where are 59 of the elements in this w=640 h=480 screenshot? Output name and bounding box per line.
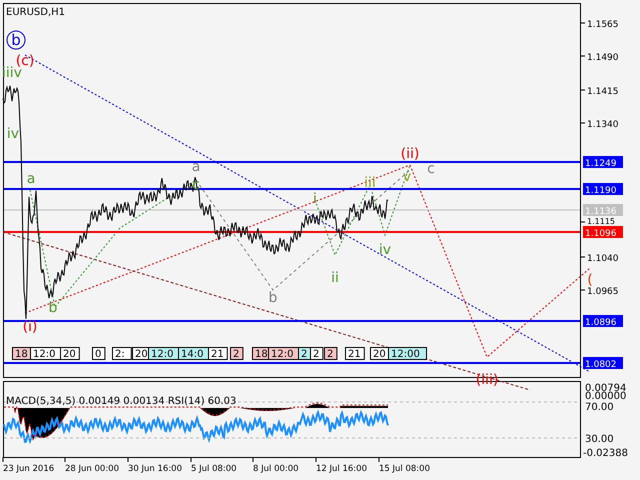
time-label: 5 Jul 08:00: [191, 464, 237, 474]
indicator-scale-label: 70.00: [585, 402, 614, 413]
price-label: 1.1115: [587, 217, 615, 226]
time-label: 23 Jun 2016: [3, 464, 54, 474]
wave-label: iv: [6, 126, 20, 142]
time-label: 30 Jun 16:00: [128, 464, 182, 474]
event-tag: 12:0: [268, 347, 301, 360]
event-tag: 2: [298, 347, 312, 360]
indicator-scale-label: -0.02388: [583, 448, 628, 459]
event-tag: 20: [370, 347, 390, 360]
event-tag: 18: [12, 347, 32, 360]
wave-label: c: [192, 177, 200, 193]
indicator-scale-label: 30.00: [585, 434, 614, 445]
time-label: 15 Jul 08:00: [379, 464, 430, 474]
wave-label: (: [587, 272, 593, 288]
wave-label: iv: [378, 242, 392, 258]
price-label: 1.1490: [587, 53, 618, 63]
event-tag: 14:0: [178, 347, 211, 360]
price-label: 1.1040: [587, 254, 618, 264]
wave-label: v: [402, 169, 412, 185]
price-tag: 1.1136: [583, 204, 623, 217]
event-tag: 20: [60, 347, 80, 360]
wave-label: iii: [364, 175, 376, 191]
time-label: 12 Jul 16:00: [316, 464, 367, 474]
indicator-scale-label: 0.00000: [585, 391, 626, 402]
event-tag: 21: [208, 347, 228, 360]
wave-label: b: [268, 290, 278, 306]
chart-title: EURUSD,H1: [6, 7, 66, 18]
wave-label: b: [48, 300, 58, 316]
price-tag: 1.1249: [583, 156, 623, 169]
wave-label: a: [26, 171, 36, 187]
price-tag: 1.1096: [583, 226, 623, 239]
wave-label: (c): [16, 53, 34, 69]
price-tag: 1.0896: [583, 315, 623, 328]
event-tag: 0: [92, 347, 106, 360]
price-label: 1.1415: [587, 87, 618, 97]
price-label: 1.1340: [587, 120, 618, 130]
event-tag: 2: [324, 347, 338, 360]
event-tag: 2: [310, 347, 324, 360]
event-tag: 2: [230, 347, 244, 360]
wave-label: (ii): [400, 146, 420, 162]
wave-label: c: [427, 161, 435, 177]
wave-label: a: [192, 159, 200, 175]
indicator-label: MACD(5,34,5) 0.00149 0.00134 RSI(14) 60.03: [6, 396, 236, 407]
time-label: 8 Jul 00:00: [253, 464, 299, 474]
wave-label: i: [313, 191, 317, 207]
price-label: 1.1565: [587, 20, 618, 30]
event-tag: 2:: [112, 347, 132, 360]
event-tag: 12:0: [30, 347, 63, 360]
event-tag: 12:0: [148, 347, 181, 360]
price-tag: 1.0802: [583, 357, 623, 370]
time-label: 28 Jun 00:00: [65, 464, 119, 474]
wave-label: ii: [331, 270, 339, 286]
wave-label: (i): [22, 319, 38, 335]
price-tag: 1.1190: [583, 183, 623, 196]
event-tag: 12:00: [388, 347, 427, 360]
wave-label: b: [6, 30, 26, 50]
event-tag: 21: [345, 347, 365, 360]
price-label: 1.0965: [587, 287, 618, 297]
